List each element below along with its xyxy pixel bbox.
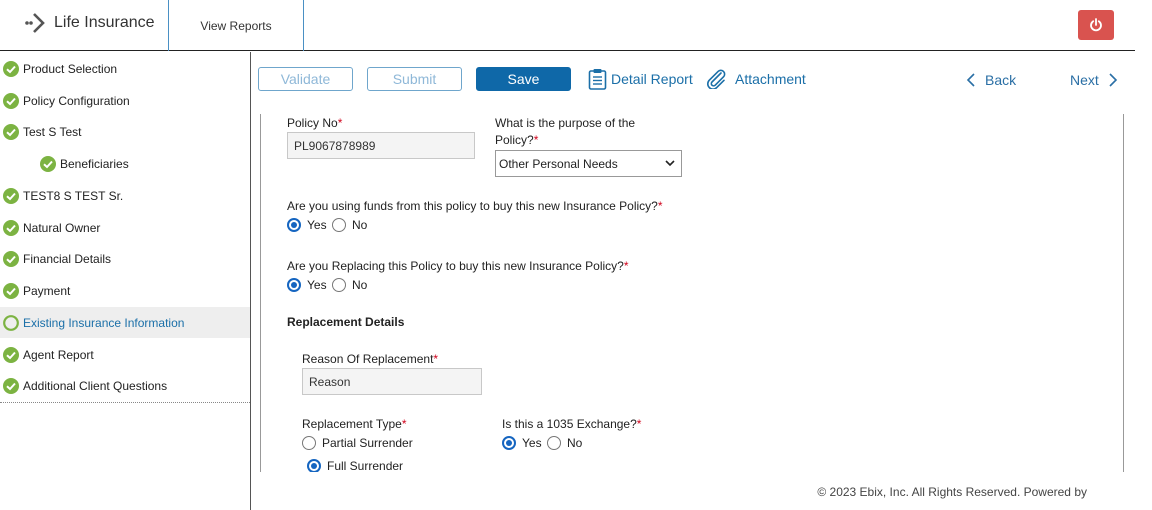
detail-report-link[interactable]: Detail Report <box>588 68 693 90</box>
radio-label: No <box>352 218 368 232</box>
check-circle-icon <box>40 155 56 172</box>
sidebar-item-label: Test S Test <box>23 124 82 139</box>
logout-button[interactable] <box>1078 10 1114 40</box>
check-circle-icon <box>3 92 19 109</box>
radio-label: Partial Surrender <box>322 436 413 450</box>
progress-circle-icon <box>3 314 19 331</box>
radio-label: Full Surrender <box>327 459 404 472</box>
app-logo[interactable]: Life Insurance <box>24 11 155 35</box>
check-circle-icon <box>3 282 19 299</box>
copyright-text: © 2023 Ebix, Inc. All Rights Reserved. P… <box>817 485 1087 499</box>
radio-unselected-icon <box>547 436 561 450</box>
replacement-details-heading: Replacement Details <box>287 315 405 329</box>
sidebar-item-policy-configuration[interactable]: Policy Configuration <box>0 85 250 116</box>
purpose-selected-value: Other Personal Needs <box>499 156 618 171</box>
sidebar-item-label: Natural Owner <box>23 220 101 235</box>
radio-selected-icon <box>502 436 516 450</box>
attachment-link[interactable]: Attachment <box>705 68 806 90</box>
exchange-yes-radio[interactable]: Yes <box>502 436 542 450</box>
app-name: Life Insurance <box>54 14 155 31</box>
exchange-1035-label: Is this a 1035 Exchange?* <box>502 417 642 431</box>
funds-no-radio[interactable]: No <box>332 218 367 232</box>
policy-no-field[interactable]: PL9067878989 <box>287 132 475 159</box>
sidebar-item-label: Agent Report <box>23 347 94 362</box>
submit-button[interactable]: Submit <box>367 67 462 91</box>
radio-label: No <box>352 278 368 292</box>
sidebar-item-agent-report[interactable]: Agent Report <box>0 339 250 370</box>
partial-surrender-radio[interactable]: Partial Surrender <box>302 436 413 450</box>
radio-label: No <box>567 436 583 450</box>
replacing-no-radio[interactable]: No <box>332 278 367 292</box>
sidebar-item-beneficiaries[interactable]: Beneficiaries <box>0 148 250 179</box>
purpose-label: What is the purpose of the Policy?* <box>495 116 636 147</box>
radio-selected-icon <box>307 459 321 472</box>
sidebar-item-label: Additional Client Questions <box>23 378 168 393</box>
replacing-yes-radio[interactable]: Yes <box>287 278 327 292</box>
back-label: Back <box>985 72 1017 88</box>
radio-unselected-icon <box>332 278 346 292</box>
sidebar-item-natural-owner[interactable]: Natural Owner <box>0 212 250 243</box>
radio-unselected-icon <box>332 218 346 232</box>
reason-label: Reason Of Replacement* <box>302 352 439 366</box>
sidebar-item-label: Beneficiaries <box>60 156 129 171</box>
step-list: Product Selection Policy Configuration T… <box>0 52 250 403</box>
check-circle-icon <box>3 187 19 204</box>
detail-report-label: Detail Report <box>611 71 693 87</box>
next-button[interactable]: Next <box>1070 70 1119 90</box>
check-circle-icon <box>3 60 19 77</box>
funds-yes-radio[interactable]: Yes <box>287 218 327 232</box>
radio-label: Yes <box>307 218 327 232</box>
check-circle-icon <box>3 219 19 236</box>
radio-label: Yes <box>522 436 542 450</box>
sidebar-item-label: Existing Insurance Information <box>23 315 185 330</box>
clipboard-icon <box>588 69 607 90</box>
power-icon <box>1090 18 1102 32</box>
sidebar-item-product-selection[interactable]: Product Selection <box>0 53 250 84</box>
check-circle-icon <box>3 377 19 394</box>
exchange-no-radio[interactable]: No <box>547 436 582 450</box>
sidebar-item-label: TEST8 S TEST Sr. <box>23 188 124 203</box>
sidebar-item-additional-client-questions[interactable]: Additional Client Questions <box>0 370 250 401</box>
radio-label: Yes <box>307 278 327 292</box>
attachment-label: Attachment <box>735 71 806 87</box>
page-footer: © 2023 Ebix, Inc. All Rights Reserved. P… <box>252 472 1135 510</box>
paperclip-icon <box>706 69 726 89</box>
sidebar-item-label: Product Selection <box>23 61 118 76</box>
validate-button[interactable]: Validate <box>258 67 353 91</box>
sidebar-item-label: Policy Configuration <box>23 93 130 108</box>
view-reports-tab[interactable]: View Reports <box>168 0 304 51</box>
chevron-down-icon <box>665 160 675 167</box>
action-toolbar: Validate Submit Save Detail Report Attac… <box>252 52 1135 107</box>
sidebar-item-label: Financial Details <box>23 251 112 266</box>
funds-question-label: Are you using funds from this policy to … <box>287 199 663 213</box>
radio-unselected-icon <box>302 436 316 450</box>
sidebar-item-existing-insurance[interactable]: Existing Insurance Information <box>0 307 250 338</box>
purpose-select[interactable]: Other Personal Needs <box>495 150 682 177</box>
chevron-left-icon <box>966 73 975 87</box>
radio-selected-icon <box>287 278 301 292</box>
replacement-type-label: Replacement Type* <box>302 417 407 431</box>
check-circle-icon <box>3 250 19 267</box>
replacing-question-label: Are you Replacing this Policy to buy thi… <box>287 259 629 273</box>
policy-no-label: Policy No* <box>287 116 343 130</box>
next-label: Next <box>1070 72 1099 88</box>
form-panel: Policy No* PL9067878989 What is the purp… <box>260 114 1124 472</box>
logo-chevron-icon <box>25 13 45 33</box>
sidebar-item-financial-details[interactable]: Financial Details <box>0 243 250 274</box>
sidebar-item-test8[interactable]: TEST8 S TEST Sr. <box>0 180 250 211</box>
sidebar: Product Selection Policy Configuration T… <box>0 52 251 510</box>
chevron-right-icon <box>1109 73 1117 87</box>
sidebar-item-test-s-test[interactable]: Test S Test <box>0 116 250 147</box>
full-surrender-radio[interactable]: Full Surrender <box>307 459 403 472</box>
check-circle-icon <box>3 123 19 140</box>
sidebar-item-label: Payment <box>23 283 71 298</box>
check-circle-icon <box>3 346 19 363</box>
save-button[interactable]: Save <box>476 67 571 91</box>
sidebar-item-payment[interactable]: Payment <box>0 275 250 306</box>
reason-field[interactable]: Reason <box>302 368 482 395</box>
radio-selected-icon <box>287 218 301 232</box>
app-header: Life Insurance View Reports <box>0 0 1135 51</box>
back-button[interactable]: Back <box>965 70 1016 90</box>
